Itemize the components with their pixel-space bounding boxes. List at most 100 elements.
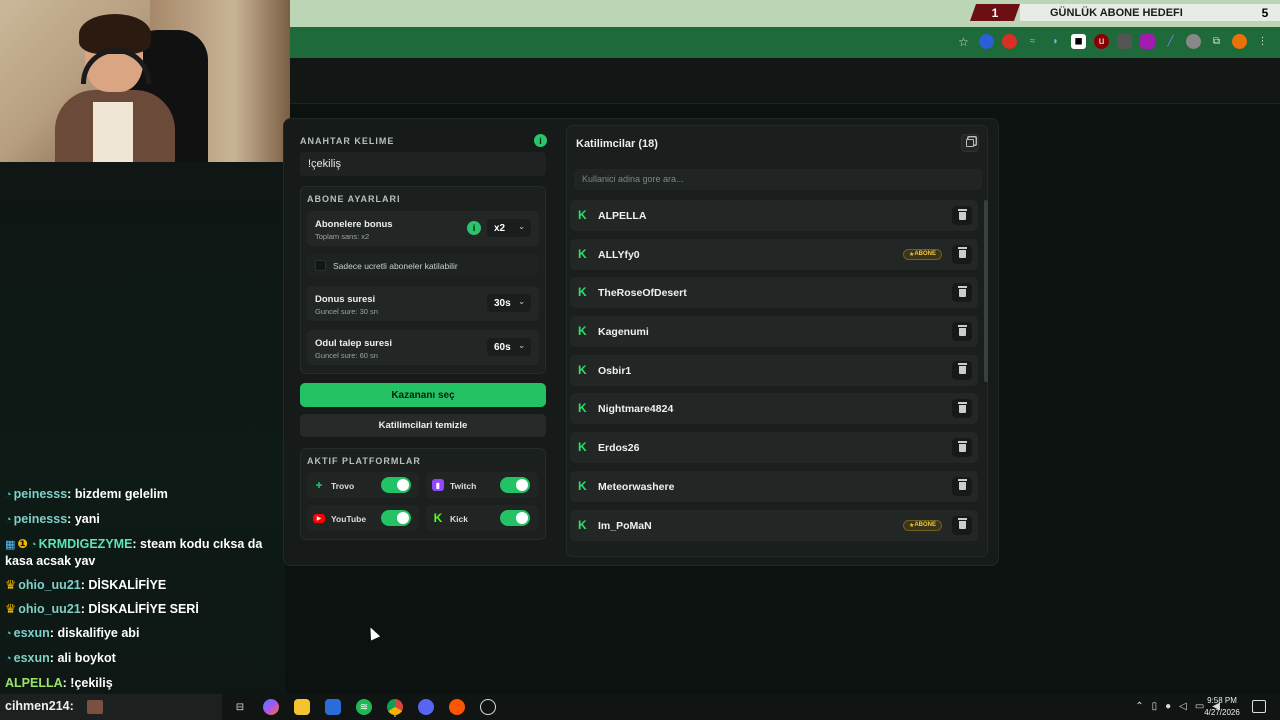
delete-button[interactable] — [952, 476, 972, 496]
store-icon[interactable] — [325, 699, 341, 715]
extension-icon[interactable]: u — [1094, 34, 1109, 49]
chat-feed: ◔ peinesss: bizdemı gelelim ◔ peinesss: yan… — [5, 486, 285, 699]
chat-username[interactable]: peinesss — [14, 512, 68, 526]
bonus-multiplier-select[interactable]: x2 ⌄ — [487, 219, 531, 237]
browser-toolbar: ☆ ≈ ◗ ◼ u ╱ ⧉ ⋮ — [290, 27, 1280, 58]
delete-button[interactable] — [952, 399, 972, 419]
delete-button[interactable] — [952, 322, 972, 342]
chevron-up-icon[interactable]: ⌃ — [1135, 701, 1143, 712]
badge-icon: ❶ — [17, 537, 28, 551]
extension-icon[interactable] — [979, 34, 994, 49]
trash-icon — [957, 285, 967, 297]
chrome-icon[interactable] — [387, 699, 403, 715]
platform-toggle[interactable] — [500, 477, 530, 493]
duration-value: 30s — [494, 297, 511, 309]
subscriber-badge-label: ABONE — [914, 251, 936, 258]
bonus-title: Abonelere bonus — [315, 219, 393, 230]
participant-name: Meteorwashere — [598, 480, 675, 493]
taskbar-search[interactable]: cihmen214: — [0, 694, 222, 720]
copy-icon[interactable] — [961, 134, 979, 152]
extension-icon[interactable] — [1117, 34, 1132, 49]
spotify-icon[interactable]: ≋ — [356, 699, 372, 715]
claim-select[interactable]: 60s ⌄ — [487, 338, 531, 356]
participant-search-input[interactable]: Kullanici adina gore ara... — [574, 169, 982, 190]
youtube-icon: ▶ — [313, 514, 325, 523]
chat-username[interactable]: ohio_uu21 — [18, 578, 81, 592]
goal-number: 1 — [970, 4, 1020, 21]
trash-icon — [957, 518, 967, 529]
goal-label: GÜNLÜK ABONE HEDEFI — [1020, 4, 1250, 21]
extension-icon[interactable]: ╱ — [1163, 34, 1178, 49]
task-view-icon[interactable]: ⊟ — [232, 699, 248, 715]
menu-icon[interactable]: ⋮ — [1255, 34, 1270, 49]
participant-name: ALPELLA — [598, 210, 647, 222]
notification-icon[interactable] — [1252, 700, 1266, 713]
chat-username[interactable]: esxun — [14, 626, 50, 640]
trash-icon — [957, 247, 967, 259]
platform-twitch: ▮ Twitch — [426, 472, 538, 498]
discord-icon[interactable] — [418, 699, 434, 715]
app-icon[interactable] — [480, 699, 496, 715]
extensions-puzzle-icon[interactable]: ⧉ — [1209, 34, 1224, 49]
delete-button[interactable] — [952, 206, 972, 225]
paid-only-row[interactable]: Sadece ucretli aboneler katilabilir — [307, 254, 539, 276]
twitch-icon: ▮ — [432, 479, 444, 491]
chat-message: ▦ ❶ ◔ KRMDIGEZYME: steam kodu cıksa da kasa… — [5, 537, 263, 568]
subscriber-goal-overlay: 1 GÜNLÜK ABONE HEDEFI 5 — [970, 4, 1280, 21]
participant-list: K ALPELLA K ALLYfy0 ★ ABONE K TheRoseOfDesert K… — [570, 200, 978, 552]
extension-icon[interactable]: ≈ — [1025, 34, 1040, 49]
extension-icon[interactable] — [1002, 34, 1017, 49]
paid-only-label: Sadece ucretli aboneler katilabilir — [333, 261, 458, 271]
chat-username[interactable]: KRMDIGEZYME — [39, 537, 133, 551]
participant-row: K Erdos26 — [570, 432, 978, 464]
star-icon[interactable]: ☆ — [956, 34, 971, 49]
copilot-icon[interactable] — [263, 699, 279, 715]
list-scrollbar[interactable] — [984, 200, 988, 382]
delete-button[interactable] — [952, 244, 972, 264]
subscriber-settings-label: ABONE AYARLARI — [307, 194, 401, 204]
paid-only-checkbox[interactable] — [315, 260, 326, 271]
duration-subtitle: Guncel sure: 30 sn — [315, 307, 378, 316]
extension-icon[interactable] — [1140, 34, 1155, 49]
extension-icon[interactable]: ◼ — [1071, 34, 1086, 49]
pick-winner-button[interactable]: Kazananı seç — [300, 383, 546, 407]
delete-button[interactable] — [952, 438, 972, 458]
soundcloud-icon[interactable] — [449, 699, 465, 715]
delete-button[interactable] — [952, 283, 972, 303]
extension-icon[interactable]: ◗ — [1048, 34, 1063, 49]
file-explorer-icon[interactable] — [294, 699, 310, 715]
delete-button[interactable] — [952, 360, 972, 380]
trovo-icon: ✚ — [315, 480, 323, 490]
platform-toggle[interactable] — [381, 477, 411, 493]
volume-icon[interactable]: ◁ — [1179, 701, 1187, 712]
clock[interactable]: 9:58 PM 4/27/2026 — [1200, 695, 1244, 719]
info-icon[interactable]: i — [467, 221, 481, 235]
profile-avatar[interactable] — [1232, 34, 1247, 49]
chat-message: ◔ peinesss: bizdemı gelelim — [5, 487, 168, 501]
participants-title: Katilimcilar (18) — [576, 138, 658, 150]
clear-participants-button[interactable]: Katilimcilari temizle — [300, 414, 546, 437]
platforms-label: AKTIF PLATFORMLAR — [307, 456, 421, 466]
chat-username[interactable]: ALPELLA — [5, 676, 63, 690]
chat-message: ◔ esxun: ali boykot — [5, 651, 116, 665]
participant-name: Osbir1 — [598, 364, 632, 377]
duration-title: Donus suresi — [315, 294, 376, 305]
chat-username[interactable]: ohio_uu21 — [18, 602, 81, 616]
participant-name: Erdos26 — [598, 442, 640, 455]
chat-text: !çekiliş — [70, 676, 113, 690]
info-icon[interactable]: i — [534, 134, 547, 147]
emote-icon: ◔ — [30, 539, 37, 551]
platform-toggle[interactable] — [381, 510, 411, 526]
platform-kick: K Kick — [426, 505, 538, 531]
chat-username[interactable]: esxun — [14, 651, 50, 665]
delete-button[interactable] — [952, 515, 972, 535]
microphone-icon[interactable]: ● — [1165, 701, 1171, 712]
kick-icon: K — [578, 440, 587, 455]
platform-toggle[interactable] — [500, 510, 530, 526]
battery-icon[interactable]: ▯ — [1152, 701, 1158, 712]
keyword-input[interactable]: !çekiliş — [300, 152, 546, 176]
extension-icon[interactable] — [1186, 34, 1201, 49]
kick-icon: K — [578, 401, 587, 416]
chat-username[interactable]: peinesss — [14, 487, 68, 501]
duration-select[interactable]: 30s ⌄ — [487, 294, 531, 312]
